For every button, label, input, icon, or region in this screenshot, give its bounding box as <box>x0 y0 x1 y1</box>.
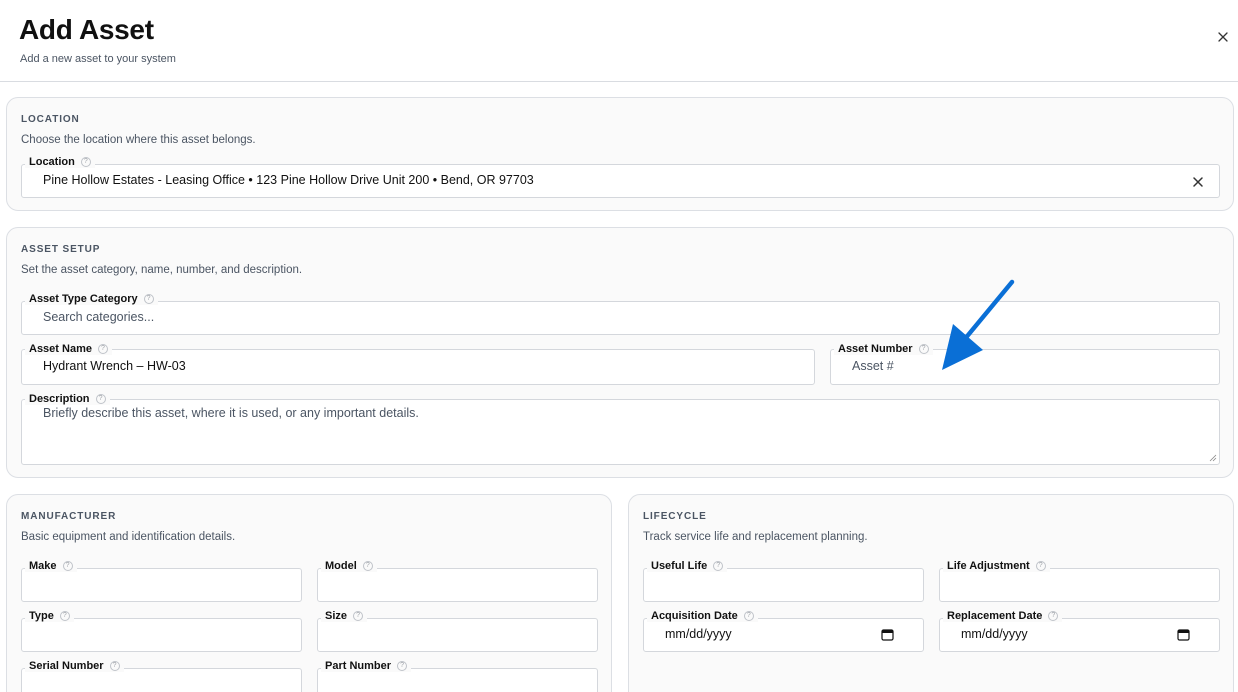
location-value: Pine Hollow Estates - Leasing Office • 1… <box>43 173 534 187</box>
help-circle-icon: ? <box>95 394 106 404</box>
section-description: Set the asset category, name, number, an… <box>21 264 303 276</box>
replacement-date-input[interactable]: mm/dd/yyyy <box>961 627 1028 641</box>
location-section: LOCATION Choose the location where this … <box>6 97 1234 211</box>
asset-setup-section: ASSET SETUP Set the asset category, name… <box>6 227 1234 478</box>
lifecycle-section: LIFECYCLE Track service life and replace… <box>628 494 1234 692</box>
life-adjustment-field[interactable]: Life Adjustment? <box>939 560 1220 602</box>
description-textarea[interactable]: Briefly describe this asset, where it is… <box>43 406 419 420</box>
field-label: Asset Name? <box>25 343 112 355</box>
field-label: Type? <box>25 610 74 622</box>
field-label: Life Adjustment? <box>943 560 1050 572</box>
field-label: Useful Life? <box>647 560 728 572</box>
type-field[interactable]: Type? <box>21 610 302 652</box>
section-title: MANUFACTURER <box>21 511 117 522</box>
field-label: Location? <box>25 156 95 168</box>
help-circle-icon: ? <box>62 561 73 571</box>
asset-number-field[interactable]: Asset Number? Asset # <box>830 343 1220 385</box>
serial-number-field[interactable]: Serial Number? <box>21 660 302 692</box>
help-circle-icon: ? <box>1048 611 1059 621</box>
field-label: Acquisition Date? <box>647 610 758 622</box>
help-circle-icon: ? <box>397 661 408 671</box>
help-circle-icon: ? <box>713 561 724 571</box>
acquisition-date-input[interactable]: mm/dd/yyyy <box>665 627 732 641</box>
page-subtitle: Add a new asset to your system <box>20 53 176 65</box>
field-label: Part Number? <box>321 660 412 672</box>
help-circle-icon: ? <box>362 561 373 571</box>
help-circle-icon: ? <box>743 611 754 621</box>
page-title: Add Asset <box>19 14 154 45</box>
section-title: ASSET SETUP <box>21 244 101 255</box>
section-description: Track service life and replacement plann… <box>643 531 868 543</box>
asset-name-input[interactable]: Hydrant Wrench – HW-03 <box>43 359 186 373</box>
manufacturer-section: MANUFACTURER Basic equipment and identif… <box>6 494 612 692</box>
category-search-input[interactable]: Search categories... <box>43 310 154 324</box>
part-number-field[interactable]: Part Number? <box>317 660 598 692</box>
asset-name-field[interactable]: Asset Name? Hydrant Wrench – HW-03 <box>21 343 815 385</box>
help-circle-icon: ? <box>109 661 120 671</box>
field-label: Asset Number? <box>834 343 933 355</box>
close-icon[interactable] <box>1214 28 1232 46</box>
field-label: Replacement Date? <box>943 610 1063 622</box>
help-circle-icon: ? <box>80 157 91 167</box>
help-circle-icon: ? <box>59 611 70 621</box>
section-title: LIFECYCLE <box>643 511 707 522</box>
field-label: Model? <box>321 560 377 572</box>
field-label: Serial Number? <box>25 660 124 672</box>
help-circle-icon: ? <box>1035 561 1046 571</box>
section-description: Basic equipment and identification detai… <box>21 531 236 543</box>
acquisition-date-field[interactable]: Acquisition Date? mm/dd/yyyy <box>643 610 924 652</box>
help-circle-icon: ? <box>97 344 108 354</box>
help-circle-icon: ? <box>918 344 929 354</box>
section-description: Choose the location where this asset bel… <box>21 134 256 146</box>
field-label: Size? <box>321 610 368 622</box>
field-label: Asset Type Category? <box>25 293 158 305</box>
field-label: Description? <box>25 393 110 405</box>
size-field[interactable]: Size? <box>317 610 598 652</box>
description-field[interactable]: Description? Briefly describe this asset… <box>21 393 1220 465</box>
section-title: LOCATION <box>21 114 80 125</box>
help-circle-icon: ? <box>353 611 364 621</box>
asset-type-category-field[interactable]: Asset Type Category? Search categories..… <box>21 293 1220 335</box>
asset-number-input[interactable]: Asset # <box>852 359 894 373</box>
clear-icon[interactable] <box>1192 175 1204 187</box>
make-field[interactable]: Make? <box>21 560 302 602</box>
resize-grip-icon[interactable] <box>1209 454 1217 462</box>
calendar-icon[interactable] <box>881 628 894 641</box>
replacement-date-field[interactable]: Replacement Date? mm/dd/yyyy <box>939 610 1220 652</box>
field-label: Make? <box>25 560 77 572</box>
modal-header: Add Asset Add a new asset to your system <box>0 0 1238 82</box>
calendar-icon[interactable] <box>1177 628 1190 641</box>
model-field[interactable]: Model? <box>317 560 598 602</box>
help-circle-icon: ? <box>143 294 154 304</box>
useful-life-field[interactable]: Useful Life? <box>643 560 924 602</box>
location-field[interactable]: Location? Pine Hollow Estates - Leasing … <box>21 156 1220 198</box>
